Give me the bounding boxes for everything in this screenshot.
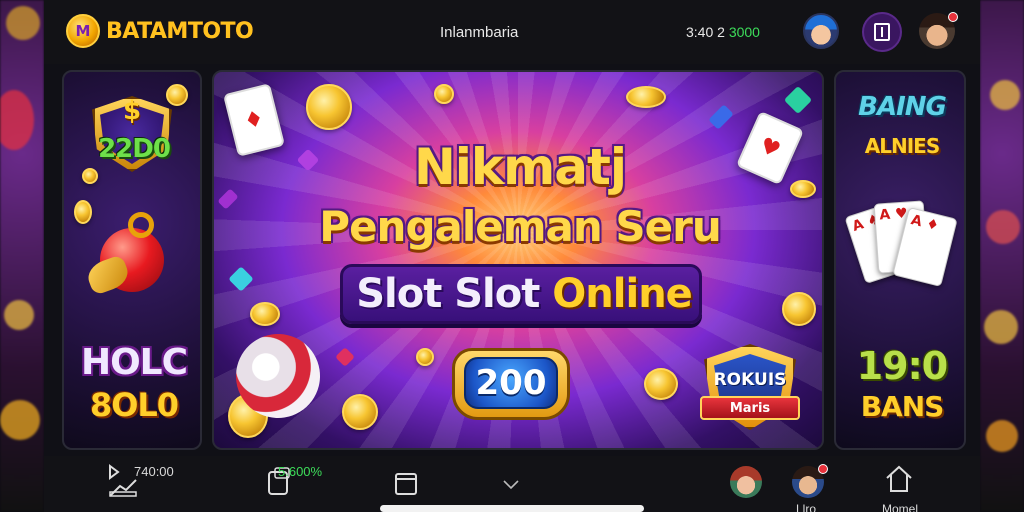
banner-headline-line1: Nikmatj — [413, 138, 627, 196]
coin-icon — [416, 348, 434, 366]
bottom-tab-bar: 740:00 5.600% Llro Momel — [44, 456, 980, 512]
coin-icon — [250, 302, 280, 326]
tab-menu[interactable] — [394, 472, 418, 496]
banner-headline-line3: Slot Slot Online — [356, 271, 693, 317]
tab-history[interactable]: 740:00 — [106, 462, 174, 500]
right-card-label: BANS — [860, 390, 945, 423]
app-switch-button[interactable] — [862, 12, 902, 52]
rate-value: 5.600% — [278, 464, 323, 479]
left-promo-card[interactable]: $ 22D0 HOLC 8OL0 — [62, 70, 202, 450]
tab-expand[interactable] — [502, 478, 520, 492]
bomb-icon — [84, 208, 172, 298]
emblem-ribbon: Maris — [700, 396, 800, 420]
history-value: 740:00 — [134, 464, 174, 479]
account-label: Llro — [796, 502, 817, 512]
notification-badge-icon — [818, 464, 828, 474]
balance-prefix: 3:40 2 — [686, 24, 725, 40]
bonus-emblem[interactable]: ROKUIS Maris — [690, 340, 810, 444]
gesture-home-indicator[interactable] — [380, 505, 644, 512]
coin-icon — [782, 292, 816, 326]
left-card-subtitle: 8OL0 — [89, 386, 179, 424]
nav-center-label[interactable]: Inlanmbaria — [440, 24, 518, 41]
balance-value: 3000 — [728, 24, 760, 40]
brand-name: BATAMTOTO — [106, 18, 254, 44]
top-navigation-bar: M BATAMTOTO Inlanmbaria 3:40 2 3000 — [44, 0, 980, 64]
user-avatar[interactable] — [803, 13, 839, 49]
right-card-number: 19:0 — [856, 344, 949, 388]
coin-icon — [82, 168, 98, 184]
coin-icon — [644, 368, 678, 400]
right-card-subtitle: ALNIES — [864, 134, 940, 158]
banner-headline-line2: Pengaleman Seru — [319, 202, 721, 251]
tab-home[interactable] — [884, 464, 914, 494]
left-background-gutter — [0, 0, 44, 512]
home-label: Momel — [882, 502, 919, 512]
logo-mark-icon: M — [66, 14, 100, 48]
brand-logo[interactable]: M BATAMTOTO — [66, 14, 254, 48]
chevron-down-icon — [503, 480, 519, 490]
balance-readout: 3:40 2 3000 — [686, 24, 760, 40]
right-background-gutter — [980, 0, 1024, 512]
friend-avatar[interactable] — [730, 466, 762, 498]
tab-rate[interactable]: 5.600% — [266, 464, 322, 498]
window-icon — [874, 23, 890, 41]
coin-icon — [166, 84, 188, 106]
banner-headline-plate: Slot Slot Online — [340, 264, 702, 324]
coin-icon — [306, 84, 352, 130]
right-card-title: BAING — [858, 92, 947, 122]
main-promo-banner[interactable]: ♦ ♥ Nikmatj Pengaleman Seru Slot Slot On… — [212, 70, 824, 450]
coin-icon — [626, 86, 666, 108]
promo-carousel: $ 22D0 HOLC 8OL0 ♦ ♥ Nikmatj Pengaleman … — [44, 64, 980, 456]
window-icon — [395, 473, 417, 495]
bonus-value-badge[interactable]: 200 — [452, 348, 570, 420]
coin-icon — [74, 200, 92, 224]
notification-badge-icon — [948, 12, 958, 22]
emblem-title: ROKUIS — [713, 370, 787, 390]
coin-icon — [434, 84, 454, 104]
home-icon — [886, 465, 912, 492]
right-promo-card[interactable]: BAING ALNIES A ♠ A ♥ A ♦ 19:0 BANS — [834, 70, 966, 450]
left-card-amount: 22D0 — [98, 134, 171, 164]
left-card-title: HOLC — [80, 342, 188, 383]
coin-icon — [342, 394, 378, 430]
